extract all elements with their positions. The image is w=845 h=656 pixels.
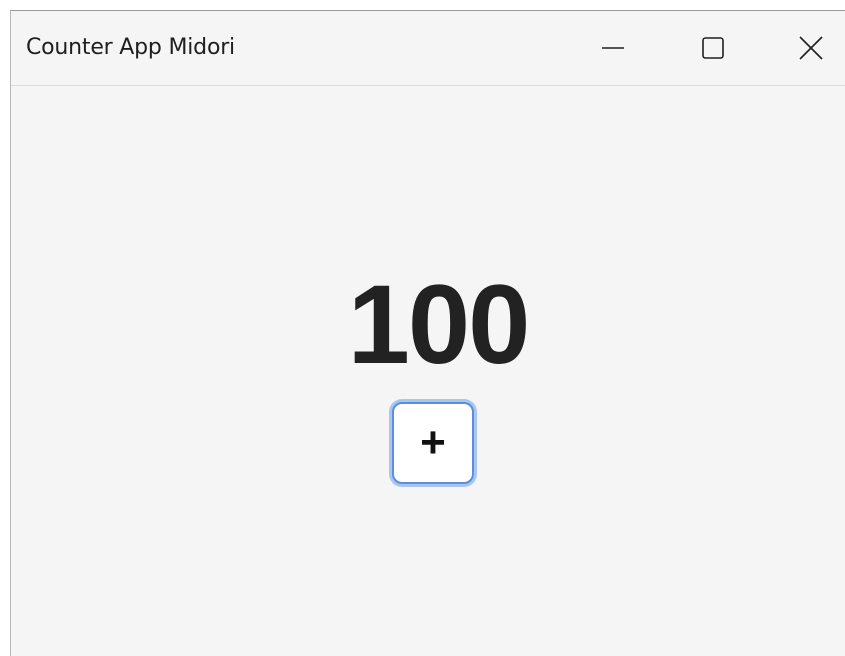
counter-value: 100: [347, 262, 531, 387]
app-content: 100 +: [11, 86, 845, 656]
window-title: Counter App Midori: [26, 35, 235, 60]
minimize-button[interactable]: [581, 11, 645, 85]
close-button[interactable]: [779, 11, 843, 85]
maximize-icon: [702, 37, 724, 59]
app-window: Counter App Midori 100 +: [10, 10, 845, 656]
maximize-button[interactable]: [681, 11, 745, 85]
close-icon: [799, 36, 823, 60]
minimize-icon: [602, 37, 624, 59]
increment-button[interactable]: +: [392, 402, 474, 484]
title-bar[interactable]: Counter App Midori: [11, 11, 845, 86]
